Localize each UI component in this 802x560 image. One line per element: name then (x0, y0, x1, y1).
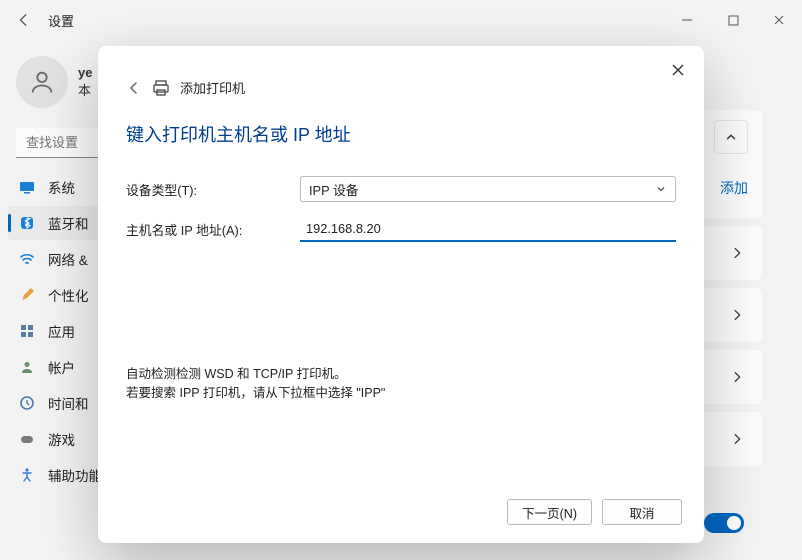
brush-icon (18, 286, 36, 304)
close-icon (671, 63, 685, 77)
hint-line-1: 自动检测检测 WSD 和 TCP/IP 打印机。 (126, 365, 676, 384)
minimize-icon (681, 14, 693, 26)
apps-icon (18, 322, 36, 340)
chevron-right-icon (730, 432, 744, 446)
avatar (16, 56, 68, 108)
device-type-value: IPP 设备 (309, 180, 359, 199)
chevron-right-icon (730, 246, 744, 260)
toggle-switch[interactable] (704, 513, 744, 533)
dialog-back-button[interactable] (126, 80, 142, 96)
minimize-button[interactable] (664, 0, 710, 40)
wifi-icon (18, 250, 36, 268)
sidebar-item-label: 辅助功能 (48, 465, 102, 485)
sidebar-item-label: 帐户 (48, 357, 75, 377)
dialog-header-text: 添加打印机 (180, 78, 245, 97)
account-icon (18, 358, 36, 376)
device-type-label: 设备类型(T): (126, 180, 284, 199)
sidebar-item-label: 应用 (48, 321, 75, 341)
chevron-up-icon (724, 130, 738, 144)
chevron-down-icon (655, 183, 667, 195)
system-icon (18, 178, 36, 196)
maximize-button[interactable] (710, 0, 756, 40)
bluetooth-icon (18, 214, 36, 232)
window-title: 设置 (48, 11, 74, 30)
clock-icon (18, 394, 36, 412)
person-icon (28, 68, 56, 96)
cancel-button[interactable]: 取消 (602, 499, 682, 525)
dialog-title: 键入打印机主机名或 IP 地址 (98, 105, 704, 165)
sidebar-item-label: 网络 & (48, 249, 88, 269)
game-icon (18, 430, 36, 448)
sidebar-item-label: 蓝牙和 (48, 213, 89, 233)
printer-icon (152, 79, 170, 97)
accessibility-icon (18, 466, 36, 484)
sidebar-item-label: 游戏 (48, 429, 75, 449)
maximize-icon (728, 15, 739, 26)
dialog-close-button[interactable] (664, 56, 692, 84)
chevron-right-icon (730, 308, 744, 322)
sidebar-item-label: 时间和 (48, 393, 89, 413)
add-device-link[interactable]: 添加 (720, 178, 748, 198)
close-icon (773, 14, 785, 26)
back-button[interactable] (8, 4, 40, 36)
arrow-left-icon (17, 13, 31, 27)
device-type-select[interactable]: IPP 设备 (300, 176, 676, 202)
sidebar-item-label: 个性化 (48, 285, 89, 305)
chevron-right-icon (730, 370, 744, 384)
next-button[interactable]: 下一页(N) (507, 499, 592, 525)
host-address-label: 主机名或 IP 地址(A): (126, 220, 284, 239)
close-button[interactable] (756, 0, 802, 40)
add-printer-dialog: 添加打印机 键入打印机主机名或 IP 地址 设备类型(T): IPP 设备 主机… (98, 46, 704, 543)
profile-sub: 本 (78, 80, 92, 99)
sidebar-item-label: 系统 (48, 177, 75, 197)
collapse-button[interactable] (714, 120, 748, 154)
arrow-left-icon (126, 80, 142, 96)
profile-name: ye (78, 65, 92, 80)
hint-line-2: 若要搜索 IPP 打印机，请从下拉框中选择 "IPP" (126, 384, 676, 403)
host-address-input[interactable] (300, 216, 676, 242)
